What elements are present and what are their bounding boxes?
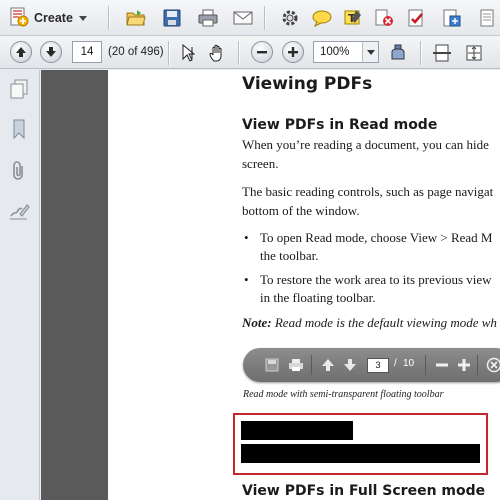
- print-button[interactable]: [196, 6, 220, 30]
- export-icon: [443, 9, 461, 27]
- print-icon: [287, 356, 305, 374]
- close-icon: [485, 356, 500, 374]
- hand-tool-button[interactable]: [206, 41, 230, 65]
- email-button[interactable]: [231, 6, 255, 30]
- signature-pen-icon: [10, 204, 30, 220]
- paragraph-line: screen.: [242, 156, 279, 171]
- sign-icon: [408, 9, 423, 27]
- highlight-text-button[interactable]: T: [341, 6, 365, 30]
- arrow-up-icon: [319, 356, 337, 374]
- toolbar-divider: [264, 6, 265, 30]
- note-paragraph: Note: Read mode is the default viewing m…: [242, 315, 497, 331]
- sign-button[interactable]: [405, 6, 429, 30]
- ink-bottle-icon: [391, 44, 405, 60]
- bullet-line: To restore the work area to its previous…: [260, 272, 492, 287]
- page-count-label: (20 of 496): [108, 46, 164, 58]
- create-label: Create: [34, 11, 73, 25]
- more-tools-button[interactable]: [476, 6, 500, 30]
- create-pdf-icon: [8, 6, 30, 31]
- floating-page-separator: /: [394, 358, 397, 369]
- paperclip-icon: [13, 161, 23, 180]
- save-icon: [163, 9, 181, 27]
- arrow-up-icon: [16, 47, 26, 57]
- zoom-select[interactable]: 100%: [313, 41, 379, 63]
- attachments-button[interactable]: [8, 160, 30, 182]
- paragraph-line: bottom of the window.: [242, 203, 360, 218]
- bookmark-icon: [13, 119, 25, 140]
- chevron-down-icon: [78, 15, 87, 21]
- floating-toolbar-illustration: 3 / 10: [243, 348, 500, 382]
- zoom-dropdown-button[interactable]: [362, 42, 378, 62]
- select-tool-button[interactable]: [176, 41, 200, 65]
- hand-icon: [209, 44, 222, 62]
- print-icon: [198, 9, 218, 27]
- bullet-line: the toolbar.: [260, 248, 319, 263]
- note-text: Read mode is the default viewing mode wh: [274, 315, 497, 330]
- bullet-line: To open Read mode, choose View > Read M: [260, 230, 493, 245]
- redaction-bar: [241, 444, 480, 463]
- cursor-icon: [182, 44, 196, 62]
- toolbar-divider: [108, 6, 109, 30]
- open-folder-icon: [126, 10, 146, 26]
- save-icon: [263, 356, 281, 374]
- zoom-value: 100%: [320, 46, 350, 58]
- arrow-down-icon: [341, 356, 359, 374]
- toolbar-divider: [420, 41, 421, 65]
- page-number-input[interactable]: 14: [72, 41, 102, 63]
- bullet-line: in the floating toolbar.: [260, 290, 376, 305]
- minus-icon: [257, 51, 267, 54]
- figure-caption: Read mode with semi-transparent floating…: [243, 389, 444, 400]
- main-toolbar: Create T: [0, 0, 500, 36]
- plus-icon: [288, 47, 298, 57]
- minus-icon: [433, 356, 451, 374]
- bullet-marker: •: [244, 272, 249, 287]
- fit-width-icon: [466, 45, 482, 61]
- bullet-marker: •: [244, 230, 249, 245]
- navigation-toolbar: 14: [0, 36, 500, 69]
- arrow-down-icon: [46, 47, 56, 57]
- zoom-out-button[interactable]: [251, 41, 273, 63]
- settings-button[interactable]: [278, 6, 302, 30]
- floating-divider: [477, 355, 478, 375]
- navigation-pane: [0, 70, 40, 500]
- open-button[interactable]: [124, 6, 148, 30]
- save-button[interactable]: [160, 6, 184, 30]
- fit-page-button[interactable]: [430, 41, 454, 65]
- page-thumbnails-button[interactable]: [8, 78, 30, 100]
- next-page-button[interactable]: [40, 41, 62, 63]
- comment-icon: [312, 10, 332, 28]
- reject-button[interactable]: [372, 6, 396, 30]
- document-icon: [480, 9, 494, 27]
- reject-icon: [375, 9, 393, 26]
- note-label: Note:: [242, 315, 272, 330]
- zoom-in-button[interactable]: [282, 41, 304, 63]
- email-icon: [233, 11, 253, 25]
- plus-icon: [455, 356, 473, 374]
- section-heading: View PDFs in Full Screen mode: [242, 483, 486, 499]
- fit-page-icon: [433, 44, 451, 62]
- read-mode-button[interactable]: [386, 41, 410, 65]
- settings-icon: [282, 10, 298, 26]
- comment-button[interactable]: [310, 6, 334, 30]
- floating-page-total: 10: [403, 358, 415, 369]
- floating-page-field: 3: [367, 358, 389, 373]
- chevron-down-icon: [366, 49, 375, 55]
- fit-width-button[interactable]: [462, 41, 486, 65]
- export-button[interactable]: [440, 6, 464, 30]
- toolbar-divider: [238, 41, 239, 65]
- paragraph-line: When you’re reading a document, you can …: [242, 137, 489, 152]
- pages-icon: [10, 79, 28, 99]
- signatures-button[interactable]: [8, 200, 30, 222]
- section-heading: View PDFs in Read mode: [242, 117, 438, 133]
- create-button[interactable]: Create: [8, 6, 87, 30]
- toolbar-divider: [168, 41, 169, 65]
- bookmarks-button[interactable]: [8, 118, 30, 140]
- page-heading: Viewing PDFs: [242, 74, 373, 94]
- highlight-icon: T: [344, 10, 361, 25]
- floating-divider: [311, 355, 312, 375]
- paragraph-line: The basic reading controls, such as page…: [242, 184, 494, 199]
- floating-divider: [425, 355, 426, 375]
- previous-page-button[interactable]: [10, 41, 32, 63]
- redaction-bar: [241, 421, 353, 440]
